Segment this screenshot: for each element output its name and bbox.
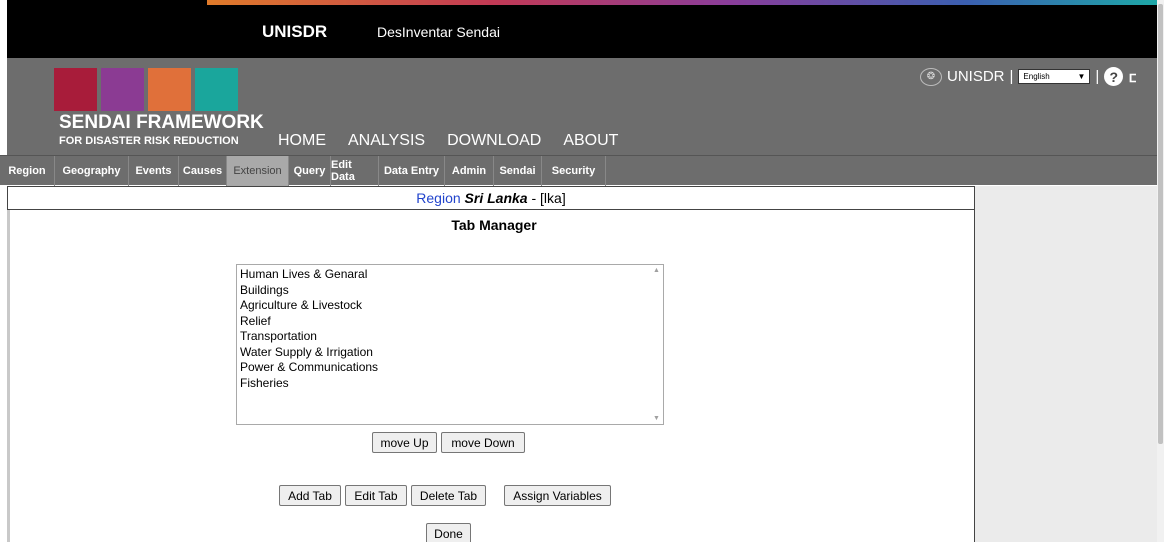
region-label: Region: [416, 190, 461, 206]
accent-stripe: [207, 0, 1157, 5]
list-item[interactable]: Power & Communications: [240, 360, 660, 376]
list-item[interactable]: Water Supply & Irrigation: [240, 345, 660, 361]
region-heading: Region Sri Lanka - [lka]: [7, 186, 975, 210]
language-select[interactable]: English ▼: [1018, 69, 1091, 84]
list-item[interactable]: Agriculture & Livestock: [240, 298, 660, 314]
header: SENDAI FRAMEWORK FOR DISASTER RISK REDUC…: [7, 58, 1157, 155]
tab-data-entry[interactable]: Data Entry: [379, 156, 445, 186]
tab-manager-panel: Tab Manager Human Lives & Genaral Buildi…: [7, 210, 975, 542]
tab-query[interactable]: Query: [289, 156, 331, 186]
page-title: Tab Manager: [451, 217, 537, 233]
tab-extension[interactable]: Extension: [227, 156, 289, 186]
logo-square-orange: [148, 68, 191, 111]
brand-link[interactable]: UNISDR: [262, 22, 327, 42]
clipped-icon[interactable]: ⊏: [1128, 68, 1136, 86]
tab-geography[interactable]: Geography: [55, 156, 129, 186]
header-tools: ❂ UNISDR | English ▼ | ? ⊏: [920, 67, 1136, 86]
page: UNISDR DesInventar Sendai SENDAI FRAMEWO…: [0, 0, 1164, 542]
tab-region[interactable]: Region: [0, 156, 55, 186]
tab-edit-data[interactable]: Edit Data: [331, 156, 379, 186]
left-gutter: [0, 0, 7, 542]
tab-admin[interactable]: Admin: [445, 156, 494, 186]
region-name: Sri Lanka: [464, 190, 528, 206]
nav-home[interactable]: HOME: [278, 132, 326, 150]
move-up-button[interactable]: move Up: [372, 432, 437, 453]
tab-security[interactable]: Security: [542, 156, 606, 186]
list-item[interactable]: Relief: [240, 314, 660, 330]
module-tab-bar: Region Geography Events Causes Extension…: [0, 155, 1157, 186]
tab-sendai[interactable]: Sendai: [494, 156, 542, 186]
move-down-button[interactable]: move Down: [441, 432, 525, 453]
edit-tab-button[interactable]: Edit Tab: [345, 485, 407, 506]
region-dash: -: [531, 190, 537, 206]
list-item[interactable]: Fisheries: [240, 376, 660, 392]
list-scrollbar[interactable]: ▲ ▼: [651, 265, 663, 424]
language-value: English: [1023, 72, 1050, 81]
scroll-up-icon[interactable]: ▲: [653, 267, 660, 274]
help-icon[interactable]: ?: [1104, 67, 1124, 86]
list-item[interactable]: Human Lives & Genaral: [240, 267, 660, 283]
add-tab-button[interactable]: Add Tab: [279, 485, 341, 506]
delete-tab-button[interactable]: Delete Tab: [411, 485, 486, 506]
tab-events[interactable]: Events: [129, 156, 179, 186]
done-button[interactable]: Done: [426, 523, 471, 542]
org-link[interactable]: UNISDR: [947, 68, 1005, 85]
tab-causes[interactable]: Causes: [179, 156, 227, 186]
app-name-link[interactable]: DesInventar Sendai: [377, 24, 500, 40]
separator: |: [1095, 68, 1100, 85]
separator: |: [1009, 68, 1014, 85]
nav-analysis[interactable]: ANALYSIS: [348, 132, 425, 150]
assign-variables-button[interactable]: Assign Variables: [504, 485, 611, 506]
list-item[interactable]: Buildings: [240, 283, 660, 299]
logo-square-red: [54, 68, 97, 111]
tab-list[interactable]: Human Lives & Genaral Buildings Agricult…: [236, 264, 664, 425]
nav-about[interactable]: ABOUT: [563, 132, 618, 150]
logo-square-purple: [101, 68, 144, 111]
list-item[interactable]: Transportation: [240, 329, 660, 345]
scrollbar-thumb[interactable]: [1158, 4, 1163, 444]
main-nav: HOME ANALYSIS DOWNLOAD ABOUT: [278, 132, 618, 150]
region-code: [lka]: [540, 190, 566, 206]
logo-title: SENDAI FRAMEWORK: [59, 112, 264, 133]
right-panel: [975, 186, 1157, 542]
page-scrollbar[interactable]: [1157, 0, 1164, 542]
dropdown-arrow-icon: ▼: [1077, 72, 1086, 81]
logo-subtitle: FOR DISASTER RISK REDUCTION: [59, 135, 239, 147]
nav-download[interactable]: DOWNLOAD: [447, 132, 541, 150]
un-emblem-icon: ❂: [920, 67, 942, 86]
logo-square-teal: [195, 68, 238, 111]
top-bar: UNISDR DesInventar Sendai: [7, 0, 1157, 58]
scroll-down-icon[interactable]: ▼: [653, 415, 660, 422]
